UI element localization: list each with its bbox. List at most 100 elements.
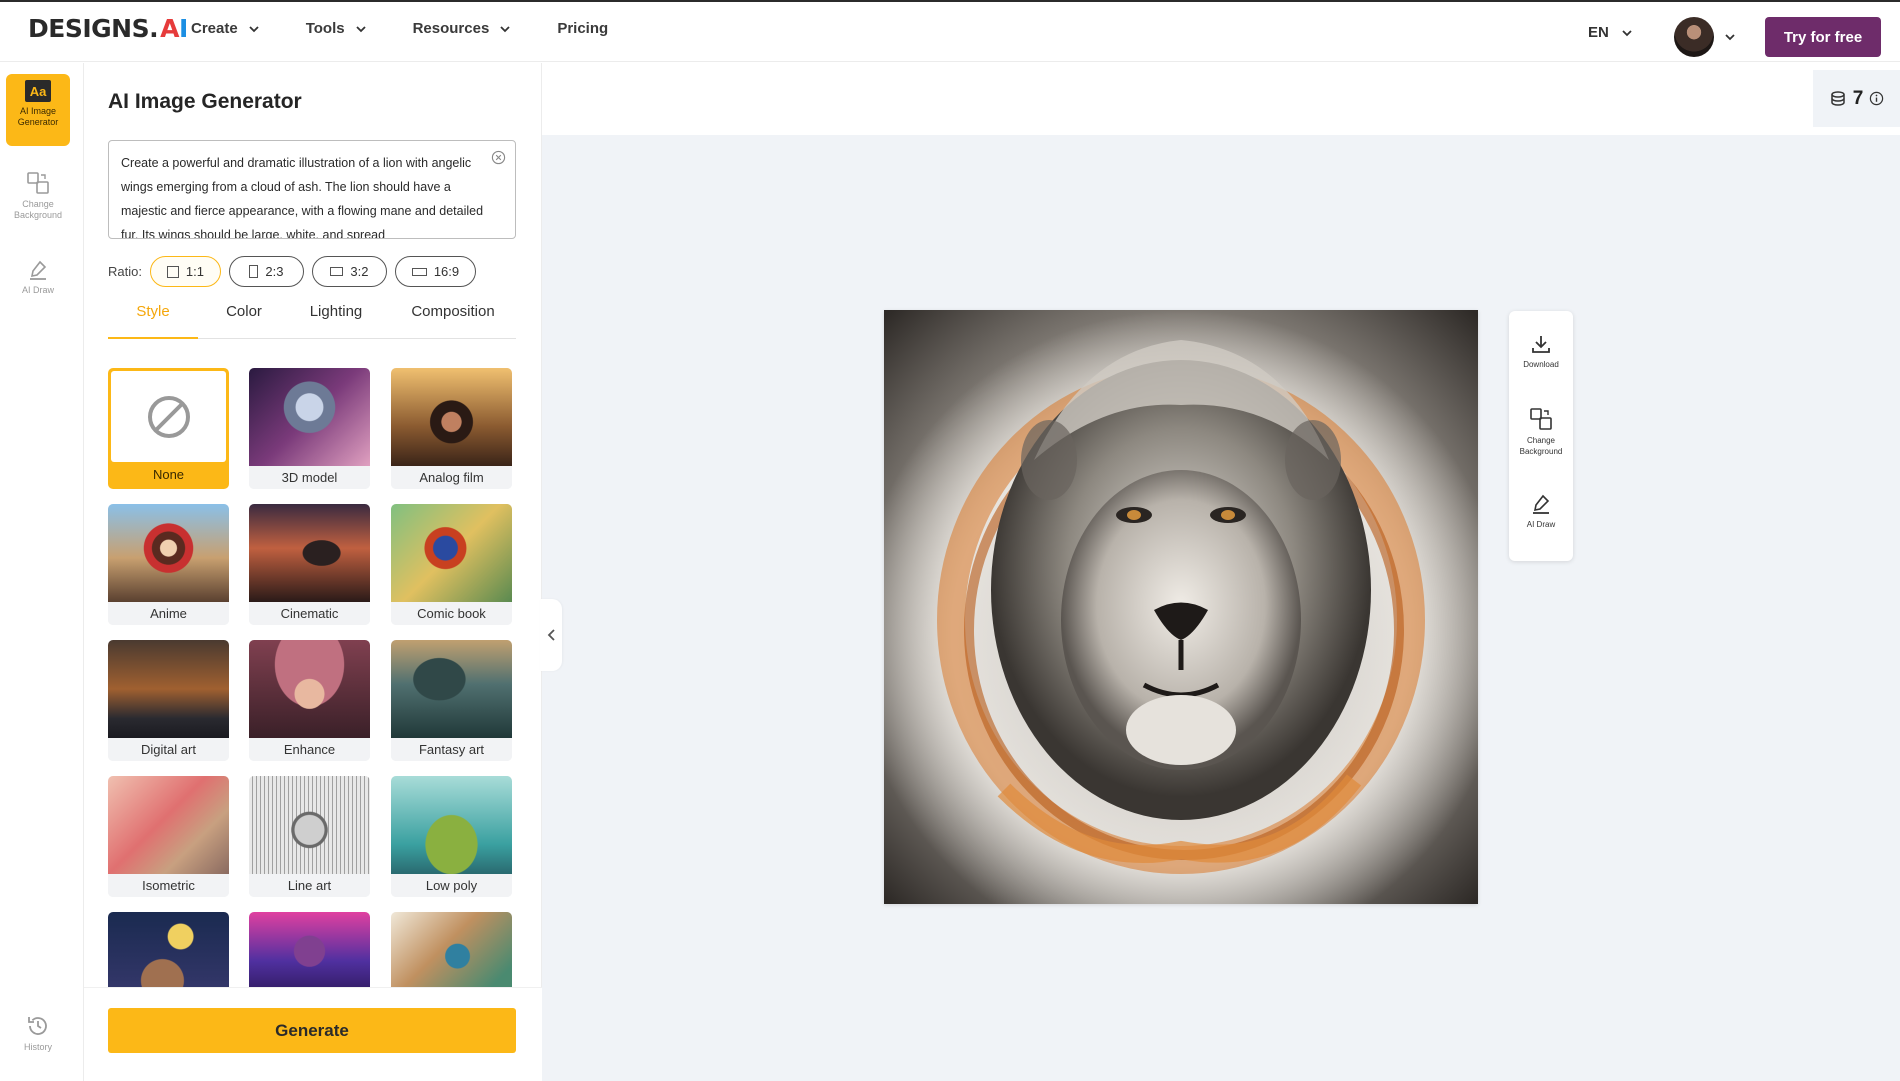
tab-style[interactable]: Style bbox=[108, 303, 198, 339]
preview-canvas: 7 Download Change Background AI Draw bbox=[542, 63, 1900, 1081]
chevron-left-icon bbox=[547, 629, 555, 641]
tool-rail: Aa AI Image Generator Change Background … bbox=[0, 63, 84, 1081]
style-thumb bbox=[111, 371, 226, 462]
style-label: Line art bbox=[249, 874, 370, 897]
portrait-ratio-icon bbox=[249, 265, 259, 278]
credits-value: 7 bbox=[1852, 87, 1864, 109]
chevron-down-icon bbox=[249, 25, 259, 32]
prompt-textarea[interactable]: Create a powerful and dramatic illustrat… bbox=[108, 140, 516, 239]
nav-pricing-label: Pricing bbox=[557, 20, 609, 37]
style-card-digital-art[interactable]: Digital art bbox=[108, 640, 229, 761]
style-label: Low poly bbox=[391, 874, 512, 897]
ai-draw-button[interactable]: AI Draw bbox=[1509, 493, 1573, 530]
style-card[interactable] bbox=[391, 912, 512, 988]
style-card-none[interactable]: None bbox=[108, 368, 229, 489]
change-background-button[interactable]: Change Background bbox=[1509, 407, 1573, 457]
info-icon[interactable] bbox=[1869, 91, 1884, 106]
download-label: Download bbox=[1523, 360, 1559, 369]
nav-create-label: Create bbox=[191, 20, 238, 37]
nav-tools[interactable]: Tools bbox=[306, 20, 367, 37]
download-button[interactable]: Download bbox=[1509, 333, 1573, 370]
user-avatar[interactable] bbox=[1674, 17, 1714, 57]
style-thumb bbox=[249, 504, 370, 602]
style-thumb bbox=[249, 368, 370, 466]
logo-ai-mark: AI bbox=[160, 14, 188, 43]
style-label: None bbox=[111, 462, 226, 486]
nav-tools-label: Tools bbox=[305, 20, 345, 37]
none-icon bbox=[147, 395, 190, 438]
tab-color[interactable]: Color bbox=[214, 303, 274, 339]
style-card-cinematic[interactable]: Cinematic bbox=[249, 504, 370, 625]
style-card-anime[interactable]: Anime bbox=[108, 504, 229, 625]
nav-pricing[interactable]: Pricing bbox=[557, 20, 608, 37]
ratio-value: 16:9 bbox=[433, 264, 460, 279]
style-card-comic-book[interactable]: Comic book bbox=[391, 504, 512, 625]
style-label: Cinematic bbox=[249, 602, 370, 625]
ai-draw-icon bbox=[30, 260, 47, 280]
try-for-free-button[interactable]: Try for free bbox=[1765, 17, 1881, 57]
ratio-value: 1:1 bbox=[185, 264, 204, 279]
chevron-down-icon bbox=[500, 25, 510, 32]
rail-item-history[interactable]: History bbox=[6, 1014, 70, 1053]
ratio-2-3-button[interactable]: 2:3 bbox=[228, 256, 304, 287]
style-thumb bbox=[249, 776, 370, 874]
square-ratio-icon bbox=[166, 265, 179, 278]
clear-prompt-icon[interactable] bbox=[491, 150, 506, 165]
tab-composition[interactable]: Composition bbox=[398, 303, 508, 339]
language-selector[interactable]: EN bbox=[1588, 24, 1633, 41]
rail-item-ai-image-generator[interactable]: Aa AI Image Generator bbox=[6, 74, 70, 146]
style-thumb bbox=[108, 912, 229, 988]
style-card[interactable] bbox=[249, 912, 370, 988]
style-card-line-art[interactable]: Line art bbox=[249, 776, 370, 897]
history-label: History bbox=[23, 1042, 52, 1052]
ratio-label: Ratio: bbox=[108, 264, 142, 279]
style-thumb bbox=[108, 504, 229, 602]
panel-title: AI Image Generator bbox=[108, 90, 302, 113]
ratio-3-2-button[interactable]: 3:2 bbox=[311, 256, 387, 287]
style-thumb bbox=[391, 912, 512, 988]
generate-button[interactable]: Generate bbox=[108, 1008, 516, 1053]
logo[interactable]: DESIGNS.AI bbox=[28, 14, 188, 43]
collapse-panel-button[interactable] bbox=[540, 599, 562, 671]
logo-text: DESIGNS. bbox=[28, 14, 159, 43]
style-label: Digital art bbox=[108, 738, 229, 761]
style-tabs: Style Color Lighting Composition bbox=[108, 303, 516, 339]
style-label: Analog film bbox=[391, 466, 512, 489]
style-thumb bbox=[108, 640, 229, 738]
style-card-isometric[interactable]: Isometric bbox=[108, 776, 229, 897]
account-chevron-down-icon[interactable] bbox=[1724, 31, 1736, 43]
rail-item-ai-draw[interactable]: AI Draw bbox=[6, 259, 70, 296]
nav-resources-label: Resources bbox=[412, 20, 490, 37]
nav-create[interactable]: Create bbox=[191, 20, 260, 37]
rail-item-label: Change Background bbox=[13, 199, 63, 220]
style-card-fantasy-art[interactable]: Fantasy art bbox=[391, 640, 512, 761]
style-thumb bbox=[391, 776, 512, 874]
chevron-down-icon bbox=[1622, 29, 1632, 36]
aa-icon: Aa bbox=[25, 80, 51, 102]
generated-image[interactable] bbox=[884, 310, 1478, 904]
style-card-3d-model[interactable]: 3D model bbox=[249, 368, 370, 489]
style-card-low-poly[interactable]: Low poly bbox=[391, 776, 512, 897]
ratio-selector: Ratio: 1:1 2:3 3:2 16:9 bbox=[108, 256, 484, 287]
language-label: EN bbox=[1588, 24, 1609, 41]
generated-lion-image bbox=[884, 310, 1478, 904]
style-thumb bbox=[391, 504, 512, 602]
generate-footer: Generate bbox=[84, 987, 542, 1081]
download-icon bbox=[1532, 336, 1550, 353]
prompt-text: Create a powerful and dramatic illustrat… bbox=[121, 156, 484, 239]
style-card-analog-film[interactable]: Analog film bbox=[391, 368, 512, 489]
ratio-1-1-button[interactable]: 1:1 bbox=[149, 256, 221, 287]
style-card[interactable] bbox=[108, 912, 229, 988]
change-background-icon bbox=[27, 172, 49, 194]
style-label: Anime bbox=[108, 602, 229, 625]
style-grid: None 3D model Analog film Anime Cinemati… bbox=[108, 368, 520, 988]
history-icon bbox=[28, 1017, 47, 1035]
tab-lighting[interactable]: Lighting bbox=[296, 303, 376, 339]
style-card-enhance[interactable]: Enhance bbox=[249, 640, 370, 761]
nav-resources[interactable]: Resources bbox=[413, 20, 512, 37]
ratio-16-9-button[interactable]: 16:9 bbox=[394, 256, 476, 287]
top-navigation-bar: DESIGNS.AI Create Tools Resources Pricin… bbox=[0, 2, 1900, 62]
style-label: Comic book bbox=[391, 602, 512, 625]
style-thumb bbox=[249, 640, 370, 738]
rail-item-change-background[interactable]: Change Background bbox=[6, 171, 70, 221]
